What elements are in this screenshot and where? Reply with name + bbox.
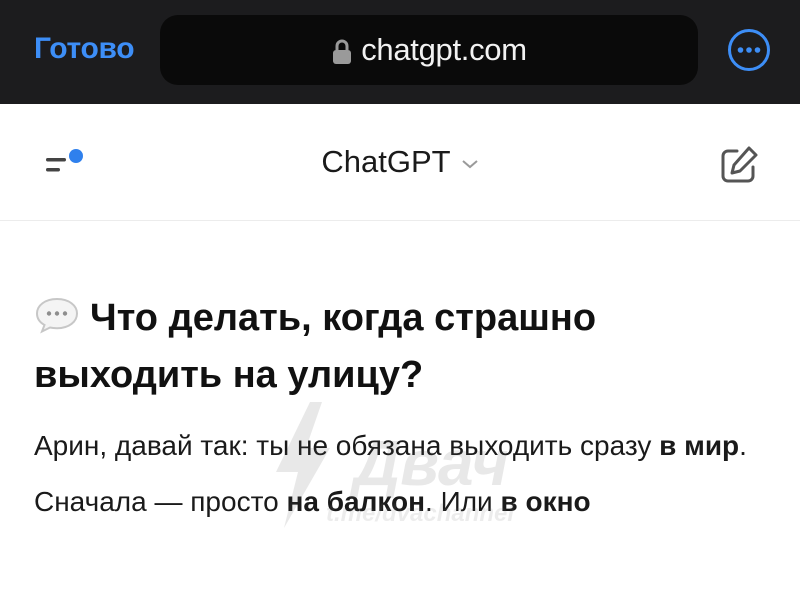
message-content: Что делать, когда страшно выходить на ул… — [34, 290, 774, 530]
lock-icon — [333, 39, 352, 64]
text-run: . — [739, 430, 747, 461]
paragraph-2: Сначала — просто на балкон. Или в окно — [34, 474, 774, 530]
speech-bubble-icon — [35, 297, 79, 334]
model-selector[interactable]: ChatGPT — [0, 144, 800, 180]
heading-text: Что делать, когда страшно выходить на ул… — [34, 297, 597, 396]
paragraph-1: Арин, давай так: ты не обязана выходить … — [34, 418, 774, 474]
ellipsis-circle-icon[interactable] — [727, 28, 771, 72]
new-chat-icon[interactable] — [716, 142, 762, 188]
model-label: ChatGPT — [321, 144, 451, 179]
text-run: Арин, давай так: ты не обязана выходить … — [34, 430, 660, 461]
browser-toolbar: Готово chatgpt.com — [0, 0, 800, 104]
done-button[interactable]: Готово — [34, 32, 135, 66]
text-run: . Или — [425, 486, 501, 517]
bold-run: в мир — [659, 430, 740, 461]
address-bar[interactable]: chatgpt.com — [160, 15, 698, 85]
url-text: chatgpt.com — [361, 32, 527, 67]
chat-header: ChatGPT — [0, 104, 800, 221]
bold-run: на балкон — [286, 486, 426, 517]
message-heading: Что делать, когда страшно выходить на ул… — [34, 290, 774, 404]
bold-run: в окно — [500, 486, 591, 517]
chevron-down-icon — [461, 160, 478, 169]
text-run: Сначала — просто — [34, 486, 287, 517]
